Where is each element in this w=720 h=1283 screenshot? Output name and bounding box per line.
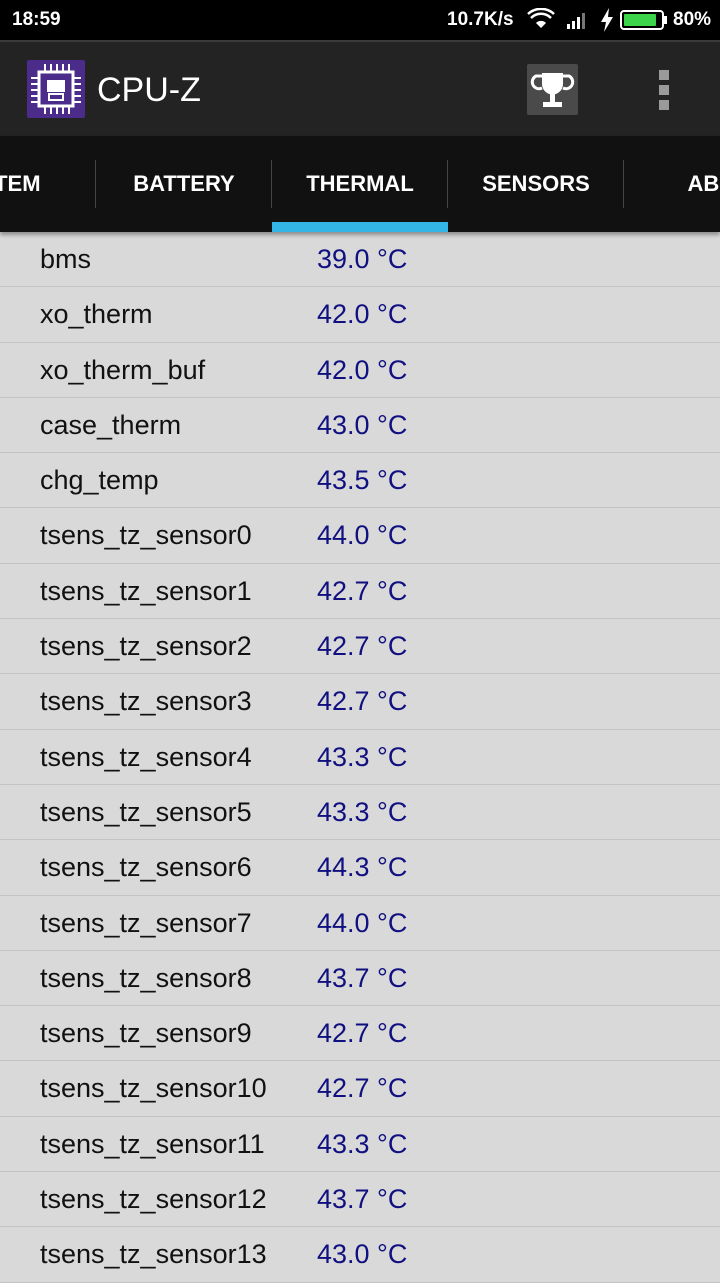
list-item: tsens_tz_sensor1 42.7 °C [0, 564, 720, 620]
tab-label: THERMAL [306, 171, 414, 196]
sensor-name: tsens_tz_sensor2 [40, 631, 252, 662]
sensor-temperature: 39.0 °C [317, 244, 408, 274]
overflow-dot [659, 100, 669, 110]
overflow-menu-button[interactable] [650, 68, 678, 114]
thermal-list[interactable]: bms 39.0 °C xo_therm 42.0 °C xo_therm_buf 42.… [0, 232, 720, 1283]
list-item: tsens_tz_sensor3 42.7 °C [0, 674, 720, 730]
list-item: tsens_tz_sensor2 42.7 °C [0, 619, 720, 675]
list-item: tsens_tz_sensor11 43.3 °C [0, 1117, 720, 1173]
sensor-temperature: 42.7 °C [317, 1018, 408, 1049]
list-item: tsens_tz_sensor7 44.0 °C [0, 896, 720, 951]
sensor-name: tsens_tz_sensor5 [40, 796, 252, 827]
sensor-temperature: 42.7 °C [317, 631, 408, 662]
trophy-button[interactable] [527, 64, 578, 115]
sensor-name: tsens_tz_sensor3 [40, 686, 252, 717]
list-item: tsens_tz_sensor9 42.7 °C [0, 1006, 720, 1062]
battery-percent: 80% [673, 9, 712, 30]
sensor-temperature: 43.0 °C [317, 1239, 408, 1270]
list-item: xo_therm_buf 42.0 °C [0, 343, 720, 398]
sensor-temperature: 44.3 °C [317, 852, 408, 883]
sensor-temperature: 43.7 °C [317, 962, 408, 993]
sensor-temperature: 43.3 °C [317, 1128, 408, 1159]
sensor-name: tsens_tz_sensor10 [40, 1073, 267, 1104]
sensor-temperature: 42.0 °C [317, 299, 408, 330]
tab-battery[interactable]: BATTERY [96, 136, 272, 232]
list-item: case_therm 43.0 °C [0, 398, 720, 454]
battery-icon [620, 10, 668, 35]
tab-bar: STEM BATTERY THERMAL SENSORS ABO [0, 136, 720, 232]
network-speed: 10.7K/s [447, 9, 514, 30]
list-item: tsens_tz_sensor10 42.7 °C [0, 1061, 720, 1117]
tab-label: STEM [0, 171, 41, 196]
sensor-name: chg_temp [40, 465, 159, 496]
tab-sensors[interactable]: SENSORS [448, 136, 624, 232]
list-item: chg_temp 43.5 °C [0, 453, 720, 509]
sensor-temperature: 44.0 °C [317, 907, 408, 938]
sensor-temperature: 42.7 °C [317, 575, 408, 606]
overflow-dot [659, 70, 669, 80]
list-item: tsens_tz_sensor12 43.7 °C [0, 1172, 720, 1228]
list-item: tsens_tz_sensor5 43.3 °C [0, 785, 720, 841]
list-item: tsens_tz_sensor13 43.0 °C [0, 1227, 720, 1283]
tab-label: ABO [687, 171, 720, 196]
trophy-icon [530, 73, 575, 107]
charging-bolt-icon [600, 8, 614, 37]
status-bar: 18:59 10.7K/s 80% [0, 0, 720, 40]
sensor-temperature: 43.3 °C [317, 796, 408, 827]
sensor-temperature: 42.0 °C [317, 354, 408, 385]
overflow-dot [659, 85, 669, 95]
list-item: tsens_tz_sensor4 43.3 °C [0, 730, 720, 785]
sensor-name: tsens_tz_sensor11 [40, 1128, 265, 1159]
sensor-name: bms [40, 244, 92, 274]
sensor-name: case_therm [40, 409, 182, 440]
sensor-name: tsens_tz_sensor8 [40, 962, 252, 993]
sensor-name: tsens_tz_sensor0 [40, 520, 252, 551]
app-bar: CPU-Z [0, 40, 720, 136]
sensor-name: tsens_tz_sensor6 [40, 852, 252, 883]
status-time: 18:59 [12, 9, 61, 30]
sensor-name: xo_therm_buf [40, 354, 206, 385]
sensor-temperature: 42.7 °C [317, 686, 408, 717]
sensor-name: tsens_tz_sensor13 [40, 1239, 267, 1270]
list-item: xo_therm 42.0 °C [0, 287, 720, 343]
tab-label: BATTERY [133, 171, 235, 196]
sensor-name: tsens_tz_sensor1 [40, 575, 252, 606]
sensor-temperature: 43.7 °C [317, 1184, 408, 1215]
tab-system[interactable]: STEM [0, 136, 96, 232]
sensor-temperature: 43.5 °C [317, 465, 408, 496]
sensor-name: tsens_tz_sensor4 [40, 741, 252, 772]
active-tab-indicator [272, 222, 448, 232]
list-item: tsens_tz_sensor6 44.3 °C [0, 840, 720, 896]
sensor-temperature: 43.3 °C [317, 741, 408, 772]
list-item: bms 39.0 °C [0, 232, 720, 288]
cpu-chip-icon [27, 60, 85, 118]
tab-label: SENSORS [482, 171, 590, 196]
app-title: CPU-Z [97, 71, 201, 109]
signal-icon [566, 10, 590, 35]
sensor-name: tsens_tz_sensor12 [40, 1184, 267, 1215]
sensor-name: tsens_tz_sensor9 [40, 1018, 252, 1049]
tab-about[interactable]: ABO [624, 136, 720, 232]
list-item: tsens_tz_sensor0 44.0 °C [0, 508, 720, 564]
sensor-temperature: 42.7 °C [317, 1073, 408, 1104]
sensor-temperature: 44.0 °C [317, 520, 408, 551]
sensor-temperature: 43.0 °C [317, 409, 408, 440]
sensor-name: xo_therm [40, 299, 153, 330]
wifi-icon [527, 7, 555, 35]
tab-thermal[interactable]: THERMAL [272, 136, 448, 232]
list-item: tsens_tz_sensor8 43.7 °C [0, 951, 720, 1007]
sensor-name: tsens_tz_sensor7 [40, 907, 252, 938]
